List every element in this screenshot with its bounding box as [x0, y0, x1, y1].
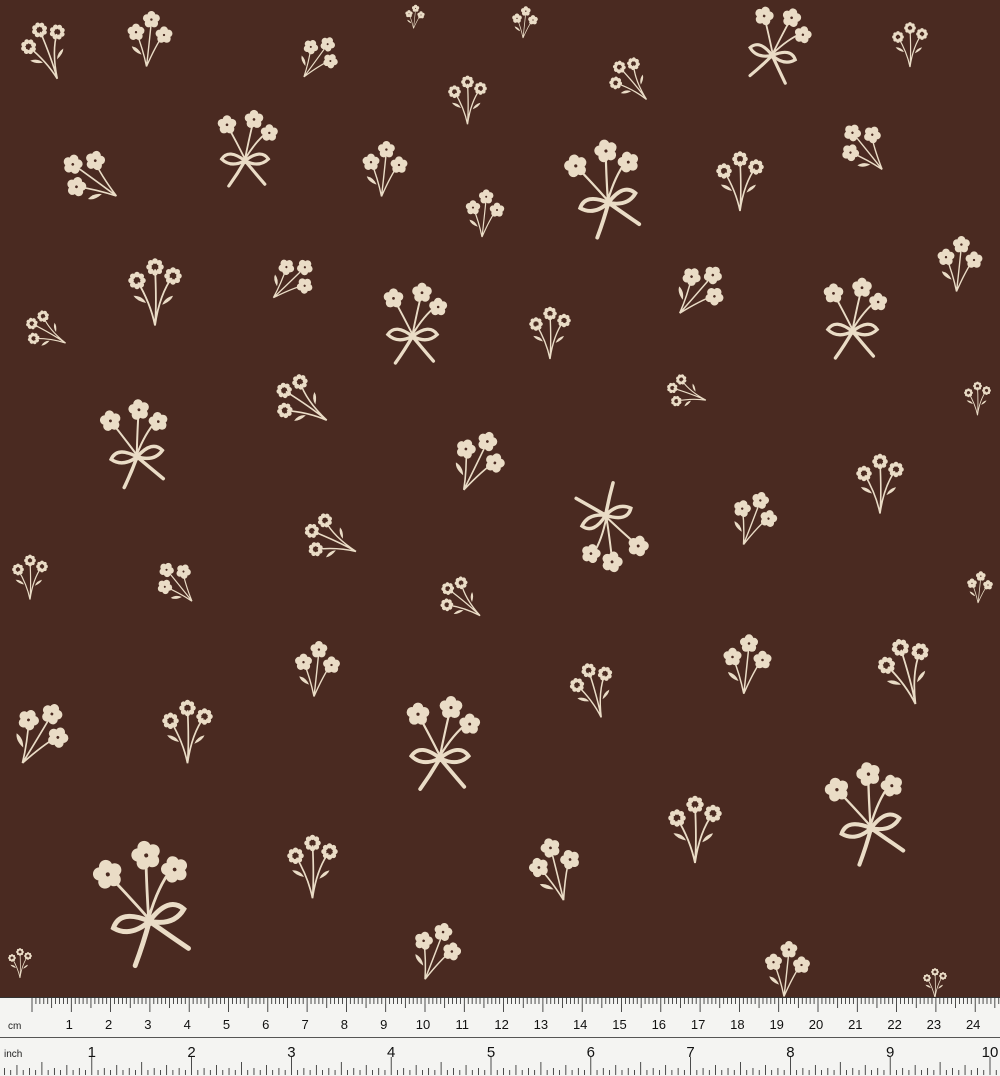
inch-label: 9 [886, 1044, 894, 1061]
inch-label: 10 [982, 1044, 999, 1061]
cm-label: 7 [301, 1017, 308, 1032]
cm-label: 5 [223, 1017, 230, 1032]
inch-label: 2 [187, 1044, 195, 1061]
inch-label: 7 [686, 1044, 694, 1061]
fabric-photo [0, 0, 1000, 1000]
inch-label: 8 [786, 1044, 794, 1061]
cm-label: 11 [456, 1017, 470, 1032]
inch-label: 5 [487, 1044, 495, 1061]
cm-label: 23 [927, 1017, 941, 1032]
inch-label: 1 [88, 1044, 96, 1061]
cm-label: 24 [966, 1017, 980, 1032]
cm-label: 8 [341, 1017, 348, 1032]
inch-label: 4 [387, 1044, 395, 1061]
cm-label: 13 [534, 1017, 548, 1032]
cm-label: 22 [887, 1017, 901, 1032]
cm-label: 19 [769, 1017, 783, 1032]
cm-label: 3 [144, 1017, 151, 1032]
cm-label: 15 [612, 1017, 626, 1032]
cm-label: 20 [809, 1017, 823, 1032]
cm-label: 16 [652, 1017, 666, 1032]
inch-label: 6 [587, 1044, 595, 1061]
cm-unit-label: cm [8, 1021, 21, 1032]
cm-label: 9 [380, 1017, 387, 1032]
cm-label: 2 [105, 1017, 112, 1032]
cm-label: 4 [184, 1017, 191, 1032]
cm-label: 17 [691, 1017, 705, 1032]
inch-unit-label: inch [4, 1049, 22, 1060]
cm-label: 14 [573, 1017, 587, 1032]
inch-label: 3 [287, 1044, 295, 1061]
cm-label: 12 [494, 1017, 508, 1032]
cm-label: 6 [262, 1017, 269, 1032]
cm-label: 1 [66, 1017, 73, 1032]
cm-label: 10 [416, 1017, 430, 1032]
measuring-ruler: cm inch 1 2 3 4 5 6 7 8 9 10 11 12 13 14 15 16 17 18 19 20 2… [0, 997, 1000, 1076]
cm-label: 18 [730, 1017, 744, 1032]
cm-label: 21 [848, 1017, 862, 1032]
